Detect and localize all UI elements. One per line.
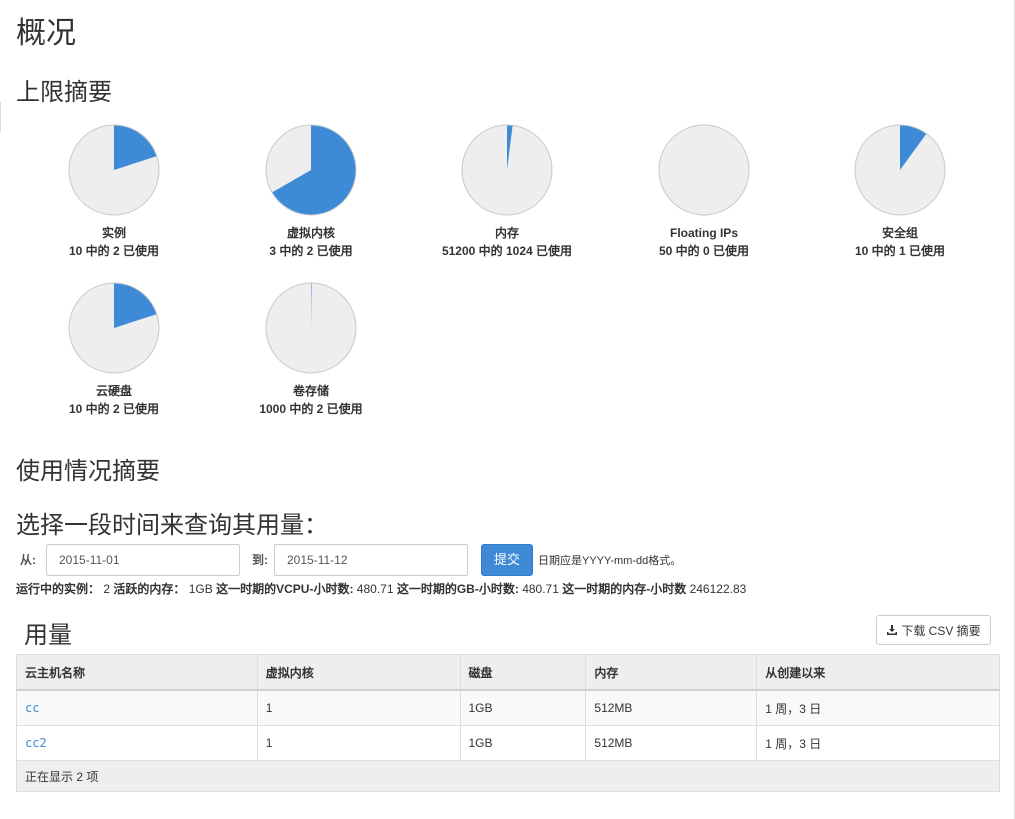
pie-free-slice [658, 124, 750, 216]
usage-table: 云主机名称 虚拟内核 磁盘 内存 从创建以来 cc 1 1GB 512MB 1 … [16, 654, 1000, 792]
query-period-title: 选择一段时间来查询其用量： [16, 512, 328, 539]
quota-pie-floating-ips: Floating IPs 50 中的 0 已使用 [606, 124, 802, 260]
download-icon [887, 625, 898, 635]
vcpu-hours-label: 这一时期的VCPU-小时数: [216, 582, 354, 596]
pie-label: 内存 [494, 226, 519, 240]
vcpu-hours-value: 480.71 [356, 582, 394, 596]
instance-link[interactable]: cc [25, 701, 39, 715]
to-date-input[interactable] [274, 544, 468, 576]
download-csv-button[interactable]: 下载 CSV 摘要 [876, 615, 991, 645]
table-item-count: 正在显示 2 项 [16, 760, 1000, 792]
table-footer-row: 正在显示 2 项 [16, 760, 1000, 792]
disk-cell: 1GB [459, 689, 587, 726]
age-cell: 1 周，3 日 [756, 725, 1000, 761]
running-instances-label: 运行中的实例： [16, 582, 101, 596]
quota-section-title: 上限摘要 [16, 79, 112, 106]
submit-button[interactable]: 提交 [481, 544, 533, 576]
pie-usage-text: 1000 中的 2 已使用 [259, 402, 363, 416]
page: 概况 上限摘要 实例 10 中的 2 已使用 虚拟内核 3 中的 2 已使用 内存 512… [0, 0, 1015, 819]
memory-hours-label: 这一时期的内存-小时数 [562, 582, 687, 596]
active-memory-value: 1GB [188, 582, 213, 596]
instance-name-cell: cc [16, 689, 258, 726]
pie-chart [658, 124, 750, 216]
pie-usage-text: 10 中的 1 已使用 [854, 244, 946, 258]
quota-pie-ram: 内存 51200 中的 1024 已使用 [409, 124, 605, 260]
column-header-ram[interactable]: 内存 [585, 654, 758, 691]
usage-table-title: 用量 [24, 622, 72, 649]
date-format-hint: 日期应是YYYY-mm-dd格式。 [538, 555, 682, 567]
ram-cell: 512MB [585, 689, 758, 726]
disk-cell: 1GB [459, 725, 587, 761]
quota-pie-volume-storage: 卷存储 1000 中的 2 已使用 [213, 282, 409, 418]
page-title: 概况 [16, 17, 76, 50]
pie-label: 安全组 [881, 226, 918, 240]
memory-hours-value: 246122.83 [689, 582, 747, 596]
column-header-disk[interactable]: 磁盘 [459, 654, 587, 691]
gb-hours-value: 480.71 [522, 582, 559, 596]
running-instances-value: 2 [103, 582, 111, 596]
pie-chart [265, 282, 357, 374]
pie-label: 卷存储 [292, 384, 329, 398]
download-csv-label: 下载 CSV 摘要 [901, 623, 981, 638]
pie-chart [265, 124, 357, 216]
instance-link[interactable]: cc2 [25, 736, 47, 750]
from-label: 从: [20, 553, 36, 567]
pie-chart [854, 124, 946, 216]
usage-summary-title: 使用情况摘要 [16, 458, 160, 485]
active-memory-label: 活跃的内存： [113, 582, 186, 596]
column-header-age[interactable]: 从创建以来 [756, 654, 1000, 691]
quota-pie-vcpus: 虚拟内核 3 中的 2 已使用 [213, 124, 409, 260]
pie-chart [68, 124, 160, 216]
from-date-input[interactable] [46, 544, 240, 576]
vcpus-cell: 1 [256, 725, 461, 761]
to-label: 到: [252, 553, 268, 567]
pie-chart [68, 282, 160, 374]
quota-pie-volumes: 云硬盘 10 中的 2 已使用 [16, 282, 212, 418]
quota-pie-security-groups: 安全组 10 中的 1 已使用 [802, 124, 998, 260]
ram-cell: 512MB [585, 725, 758, 761]
vcpus-cell: 1 [256, 689, 461, 726]
quota-pie-instances: 实例 10 中的 2 已使用 [16, 124, 212, 260]
column-header-vcpus[interactable]: 虚拟内核 [256, 654, 461, 691]
pie-label: 实例 [101, 226, 126, 240]
gb-hours-label: 这一时期的GB-小时数: [396, 582, 519, 596]
pie-chart [461, 124, 553, 216]
pie-usage-text: 10 中的 2 已使用 [68, 244, 160, 258]
page-left-border [0, 102, 1, 132]
table-row: cc 1 1GB 512MB 1 周，3 日 [16, 689, 1000, 726]
pie-label: 虚拟内核 [286, 226, 335, 240]
pie-label: 云硬盘 [95, 384, 132, 398]
pie-usage-text: 10 中的 2 已使用 [68, 402, 160, 416]
table-row: cc2 1 1GB 512MB 1 周，3 日 [16, 725, 1000, 761]
instance-name-cell: cc2 [16, 725, 258, 761]
table-header-row: 云主机名称 虚拟内核 磁盘 内存 从创建以来 [16, 654, 1000, 691]
pie-label: Floating IPs [669, 226, 738, 240]
pie-usage-text: 51200 中的 1024 已使用 [441, 244, 573, 258]
age-cell: 1 周，3 日 [756, 689, 1000, 726]
usage-stats: 运行中的实例： 2 活跃的内存： 1GB 这一时期的VCPU-小时数: 480.… [16, 580, 746, 597]
pie-usage-text: 50 中的 0 已使用 [658, 244, 750, 258]
column-header-name[interactable]: 云主机名称 [16, 654, 258, 691]
pie-usage-text: 3 中的 2 已使用 [269, 244, 353, 258]
